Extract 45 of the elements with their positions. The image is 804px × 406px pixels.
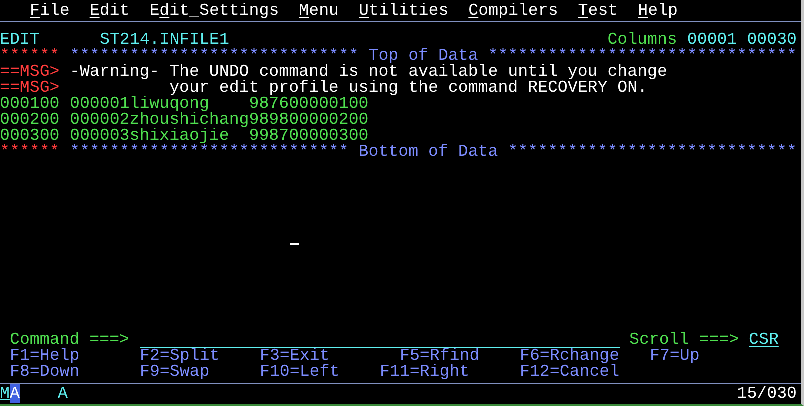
menu-item[interactable]: Utilities	[359, 2, 449, 18]
function-key-label: F9=Swap	[140, 364, 210, 380]
menu-item[interactable]: Compilers	[468, 2, 558, 18]
scroll-label: Scroll ===>	[630, 332, 740, 348]
menu-item[interactable]: Test	[578, 2, 618, 18]
menu-item[interactable]: Edit_Settings	[150, 2, 280, 18]
menu-item[interactable]: Menu	[299, 2, 340, 18]
menu-item[interactable]: Edit	[90, 2, 130, 18]
line-prefix: ******	[0, 144, 61, 160]
status-indicator: MA	[0, 386, 20, 402]
line-prefix: ==MSG>	[0, 80, 61, 96]
input-mode-indicator: A	[58, 386, 68, 402]
function-key-label: F6=Rchange	[520, 348, 621, 364]
data-boundary-marker: **************************** Bottom of Data *****************************	[70, 144, 797, 160]
line-prefix: ******	[0, 48, 61, 64]
function-key-label: F1=Help	[10, 348, 81, 364]
scroll-amount-field[interactable]: CSR	[749, 332, 790, 348]
data-line: 000003shixiaojie 998700000300	[70, 128, 369, 144]
command-label: Command ===>	[10, 332, 130, 348]
line-prefix: 000100	[0, 96, 61, 112]
data-line: 000002zhoushichang989800000200	[70, 112, 369, 128]
text-cursor-icon	[290, 243, 299, 245]
data-line: 000001liwuqong 987600000100	[70, 96, 369, 112]
function-key-label: F3=Exit	[260, 348, 330, 364]
message-text: -Warning- The UNDO command is not available until you change	[70, 64, 668, 80]
cursor-position: 15/030	[737, 386, 797, 402]
function-key-label: F12=Cancel	[520, 364, 621, 380]
edit-mode-label: EDIT	[0, 32, 40, 48]
line-prefix: 000300	[0, 128, 61, 144]
columns-to: 00030	[747, 32, 797, 48]
function-key-label: F8=Down	[10, 364, 81, 380]
message-text: your edit profile using the command RECOVERY ON.	[170, 80, 648, 96]
data-boundary-marker: ***************************** Top of Data *******************************	[70, 48, 797, 64]
columns-from: 00001	[687, 32, 738, 48]
line-prefix: ==MSG>	[0, 64, 61, 80]
function-key-label: F2=Split	[140, 348, 221, 364]
function-key-label: F10=Left	[260, 364, 341, 380]
columns-label: Columns	[608, 32, 678, 48]
dataset-name: ST214.INFILE1	[100, 32, 230, 48]
function-key-label: F5=Rfind	[400, 348, 481, 364]
function-key-label: F11=Right	[380, 364, 471, 380]
menu-item[interactable]: File	[30, 2, 70, 18]
function-key-label: F7=Up	[650, 348, 701, 364]
menu-item[interactable]: Help	[638, 2, 678, 18]
line-prefix: 000200	[0, 112, 61, 128]
